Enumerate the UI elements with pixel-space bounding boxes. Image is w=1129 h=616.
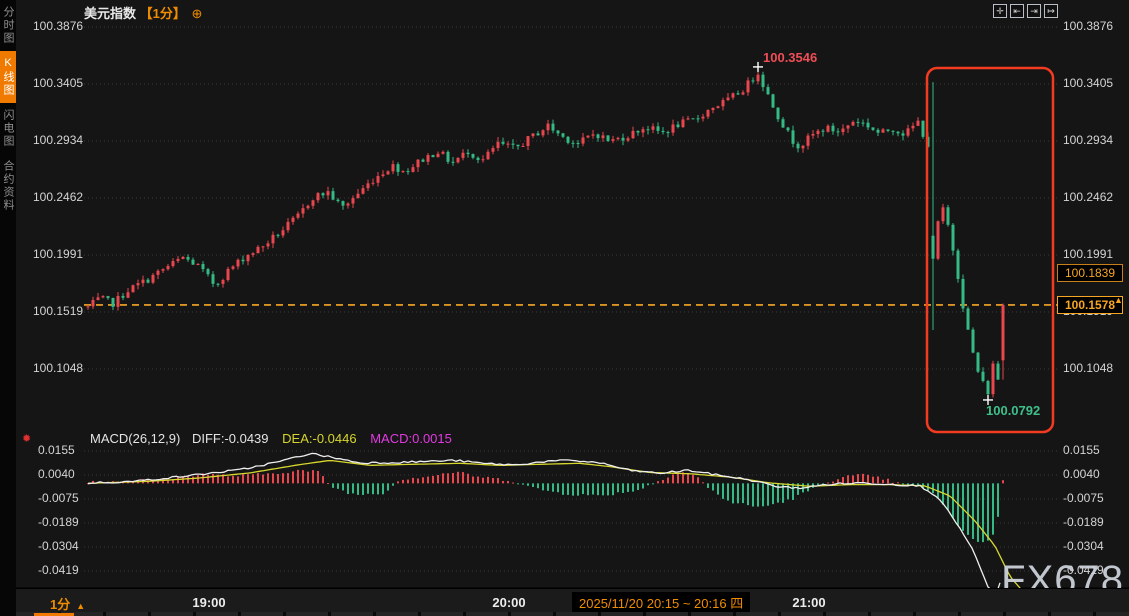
sidebar: 分时图 K线图 闪电图 合约资料 (0, 0, 16, 616)
axis-label: 100.3876 (1063, 19, 1114, 33)
compress-left-icon[interactable]: ⇤ (1010, 4, 1024, 18)
macd-header: MACD(26,12,9) DIFF:-0.0439 DEA:-0.0446 M… (90, 431, 452, 446)
goto-latest-icon[interactable]: ↦ (1044, 4, 1058, 18)
interval-selector-label: 1分 (50, 597, 71, 612)
chart-toolbar: ✛ ⇤ ⇥ ↦ (993, 4, 1058, 18)
time-scrollbar-track[interactable] (16, 612, 1129, 616)
axis-label: 0.0040 (1063, 467, 1100, 481)
time-axis-label: 19:00 (192, 595, 226, 610)
compress-right-icon[interactable]: ⇥ (1027, 4, 1041, 18)
axis-label: -0.0419 (38, 563, 79, 577)
macd-macd-value: MACD:0.0015 (370, 431, 452, 446)
time-axis-label: 21:00 (792, 595, 826, 610)
interval-selector[interactable]: 1分 ▲ (50, 594, 85, 613)
axis-label: 100.2934 (1063, 133, 1114, 147)
axis-label: 100.2462 (1063, 190, 1114, 204)
dropdown-arrow-icon: ▲ (76, 601, 86, 611)
axis-label: 100.1048 (1063, 361, 1114, 375)
axis-label: -0.0304 (38, 539, 79, 553)
axis-label: 100.1991 (33, 247, 84, 261)
axis-label: -0.0189 (38, 515, 79, 529)
macd-dea-value: DEA:-0.0446 (282, 431, 357, 446)
settings-icon[interactable]: ⊕ (192, 6, 203, 21)
price-marker-arrow-icon: ▲ (1114, 295, 1123, 305)
symbol-title: 美元指数 (84, 6, 137, 21)
axis-label: -0.0189 (1063, 515, 1104, 529)
sidebar-tab-4[interactable]: 合约资料 (0, 154, 16, 218)
sidebar-tab-2[interactable]: K线图 (0, 51, 16, 103)
axis-label: 0.0155 (1063, 443, 1100, 457)
secondary-price-tag: 100.1839 (1057, 264, 1123, 283)
axis-label: -0.0075 (38, 491, 79, 505)
axis-label: 0.0040 (38, 467, 75, 481)
sidebar-tab-1[interactable]: 分时图 (0, 0, 16, 51)
interval-tag: 【1分】 (139, 6, 186, 21)
session-high-label: 100.3546 (763, 49, 818, 65)
axis-label: -0.0304 (1063, 539, 1104, 553)
axis-label: -0.0075 (1063, 491, 1104, 505)
time-axis-bar: 1分 ▲ 2025/11/20 20:15 ~ 20:16 四 19:00 20:0… (16, 588, 1129, 616)
axis-label: 100.1519 (33, 304, 84, 318)
time-axis-label: 20:00 (492, 595, 526, 610)
candlestick-chart[interactable] (0, 0, 1129, 616)
axis-label: 100.3405 (33, 76, 84, 90)
macd-diff-value: DIFF:-0.0439 (191, 431, 269, 446)
axis-label: 100.2462 (33, 190, 84, 204)
macd-settings-icon[interactable]: ✹ (22, 432, 31, 445)
candle-time-range: 2025/11/20 20:15 ~ 20:16 四 (572, 592, 751, 613)
axis-label: 100.2934 (33, 133, 84, 147)
chart-header: 美元指数 【1分】 ⊕ (84, 3, 202, 21)
axis-label: 100.1048 (33, 361, 84, 375)
axis-label: 100.3405 (1063, 76, 1114, 90)
macd-params-label: MACD(26,12,9) (90, 431, 181, 446)
axis-label: 100.1991 (1063, 247, 1114, 261)
axis-label: 0.0155 (38, 443, 75, 457)
pan-icon[interactable]: ✛ (993, 4, 1007, 18)
axis-label: 100.3876 (33, 19, 84, 33)
sidebar-tab-3[interactable]: 闪电图 (0, 103, 16, 154)
session-low-label: 100.0792 (986, 402, 1041, 418)
trading-app: 分时图 K线图 闪电图 合约资料 美元指数 【1分】 ⊕ ✛ ⇤ ⇥ ↦ 100.1839 … (0, 0, 1129, 616)
